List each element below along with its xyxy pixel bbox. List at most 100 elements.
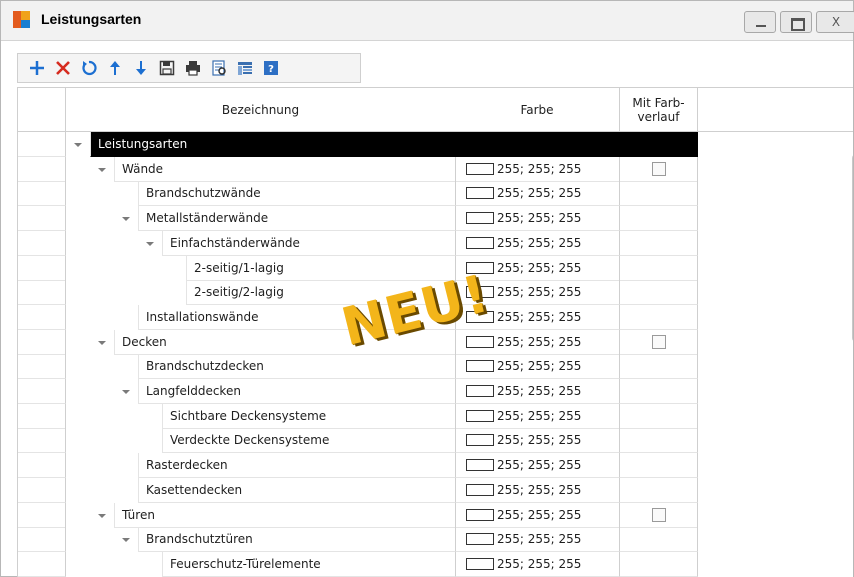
color-cell[interactable]: 255; 255; 255: [455, 280, 620, 306]
tree-row[interactable]: Einfachständerwände 255; 255; 255: [66, 230, 698, 256]
row-indicator[interactable]: [18, 280, 66, 306]
row-name[interactable]: Verdeckte Deckensysteme: [162, 428, 455, 454]
minimize-button[interactable]: [744, 11, 776, 33]
row-name[interactable]: Wände: [114, 156, 455, 182]
gradient-cell[interactable]: [620, 502, 698, 528]
color-cell[interactable]: 255; 255; 255: [455, 156, 620, 182]
expand-collapse-icon[interactable]: [70, 132, 86, 157]
row-indicator[interactable]: [18, 379, 66, 404]
tree-row[interactable]: 2-seitig/1-lagig 255; 255; 255: [66, 255, 698, 281]
gradient-checkbox[interactable]: [652, 334, 666, 349]
print-icon[interactable]: [180, 55, 206, 81]
tree-row[interactable]: Feuerschutz-Türelemente 255; 255; 255: [66, 551, 698, 577]
row-name[interactable]: Brandschutzdecken: [138, 354, 455, 380]
row-indicator[interactable]: [18, 428, 66, 454]
color-cell[interactable]: 255; 255; 255: [455, 230, 620, 256]
row-indicator[interactable]: [18, 132, 66, 157]
color-cell[interactable]: 255; 255; 255: [455, 255, 620, 281]
row-indicator[interactable]: [18, 230, 66, 256]
help-icon[interactable]: ?: [258, 55, 284, 81]
tree-row[interactable]: Decken 255; 255; 255: [66, 329, 698, 355]
row-indicator[interactable]: [18, 354, 66, 380]
gradient-cell[interactable]: [620, 329, 698, 355]
row-indicator[interactable]: [18, 527, 66, 553]
row-name[interactable]: Metallständerwände: [138, 206, 455, 232]
tree-row[interactable]: Brandschutzwände 255; 255; 255: [66, 181, 698, 207]
delete-icon[interactable]: [50, 55, 76, 81]
row-indicator[interactable]: [18, 181, 66, 207]
color-cell[interactable]: 255; 255; 255: [455, 453, 620, 479]
row-name[interactable]: Einfachständerwände: [162, 230, 455, 256]
expand-collapse-icon[interactable]: [94, 503, 110, 528]
row-name[interactable]: Feuerschutz-Türelemente: [162, 551, 455, 577]
expand-collapse-icon[interactable]: [118, 206, 134, 231]
row-indicator[interactable]: [18, 502, 66, 528]
row-indicator[interactable]: [18, 304, 66, 330]
color-cell[interactable]: 255; 255; 255: [455, 379, 620, 404]
row-name[interactable]: Installationswände: [138, 304, 455, 330]
row-name[interactable]: Kasettendecken: [138, 477, 455, 503]
row-indicator[interactable]: [18, 156, 66, 182]
tree-row[interactable]: Metallständerwände 255; 255; 255: [66, 206, 698, 232]
row-indicator[interactable]: [18, 453, 66, 479]
plus-icon[interactable]: [24, 55, 50, 81]
arrow-down-icon[interactable]: [128, 55, 154, 81]
row-name[interactable]: Brandschutzwände: [138, 181, 455, 207]
maximize-button[interactable]: [780, 11, 812, 33]
gradient-checkbox[interactable]: [652, 161, 666, 176]
expand-collapse-icon[interactable]: [94, 330, 110, 355]
row-name[interactable]: Rasterdecken: [138, 453, 455, 479]
close-button[interactable]: X: [816, 11, 854, 33]
row-name[interactable]: Brandschutztüren: [138, 527, 455, 553]
row-indicator[interactable]: [18, 206, 66, 232]
tree-row[interactable]: Sichtbare Deckensysteme 255; 255; 255: [66, 403, 698, 429]
row-indicator[interactable]: [18, 551, 66, 577]
columns-icon[interactable]: [232, 55, 258, 81]
tree-row[interactable]: Verdeckte Deckensysteme 255; 255; 255: [66, 428, 698, 454]
preview-icon[interactable]: [206, 55, 232, 81]
vertical-scrollbar[interactable]: [850, 132, 853, 577]
tree-row[interactable]: Installationswände 255; 255; 255: [66, 304, 698, 330]
row-indicator[interactable]: [18, 403, 66, 429]
color-cell[interactable]: 255; 255; 255: [455, 181, 620, 207]
gradient-checkbox[interactable]: [652, 507, 666, 522]
row-indicator[interactable]: [18, 477, 66, 503]
color-cell[interactable]: [455, 132, 620, 157]
column-header-bezeichnung[interactable]: Bezeichnung: [66, 88, 456, 132]
color-cell[interactable]: 255; 255; 255: [455, 428, 620, 454]
row-indicator[interactable]: [18, 329, 66, 355]
row-name[interactable]: 2-seitig/1-lagig: [186, 255, 455, 281]
tree-row[interactable]: Türen 255; 255; 255: [66, 502, 698, 528]
column-header-farbverlauf[interactable]: Mit Farb- verlauf: [620, 88, 698, 132]
color-cell[interactable]: 255; 255; 255: [455, 206, 620, 232]
save-icon[interactable]: [154, 55, 180, 81]
expand-collapse-icon[interactable]: [118, 379, 134, 404]
expand-collapse-icon[interactable]: [94, 157, 110, 182]
row-indicator[interactable]: [18, 255, 66, 281]
color-cell[interactable]: 255; 255; 255: [455, 403, 620, 429]
row-name[interactable]: Türen: [114, 502, 455, 528]
tree-row[interactable]: Langfelddecken 255; 255; 255: [66, 379, 698, 404]
tree-row[interactable]: Brandschutzdecken 255; 255; 255: [66, 354, 698, 380]
row-name[interactable]: 2-seitig/2-lagig: [186, 280, 455, 306]
scroll-thumb[interactable]: [852, 154, 853, 342]
color-cell[interactable]: 255; 255; 255: [455, 304, 620, 330]
refresh-icon[interactable]: [76, 55, 102, 81]
color-cell[interactable]: 255; 255; 255: [455, 329, 620, 355]
gradient-cell[interactable]: [620, 156, 698, 182]
color-cell[interactable]: 255; 255; 255: [455, 551, 620, 577]
tree-row[interactable]: Rasterdecken 255; 255; 255: [66, 453, 698, 479]
row-name[interactable]: Langfelddecken: [138, 379, 455, 404]
row-name[interactable]: Leistungsarten: [90, 132, 455, 157]
column-header-farbe[interactable]: Farbe: [455, 88, 620, 132]
tree-row[interactable]: 2-seitig/2-lagig 255; 255; 255: [66, 280, 698, 306]
arrow-up-icon[interactable]: [102, 55, 128, 81]
color-cell[interactable]: 255; 255; 255: [455, 354, 620, 380]
tree-row[interactable]: Brandschutztüren 255; 255; 255: [66, 527, 698, 553]
color-cell[interactable]: 255; 255; 255: [455, 502, 620, 528]
expand-collapse-icon[interactable]: [118, 527, 134, 552]
tree-row[interactable]: Kasettendecken 255; 255; 255: [66, 477, 698, 503]
row-name[interactable]: Decken: [114, 329, 455, 355]
color-cell[interactable]: 255; 255; 255: [455, 477, 620, 503]
color-cell[interactable]: 255; 255; 255: [455, 527, 620, 553]
